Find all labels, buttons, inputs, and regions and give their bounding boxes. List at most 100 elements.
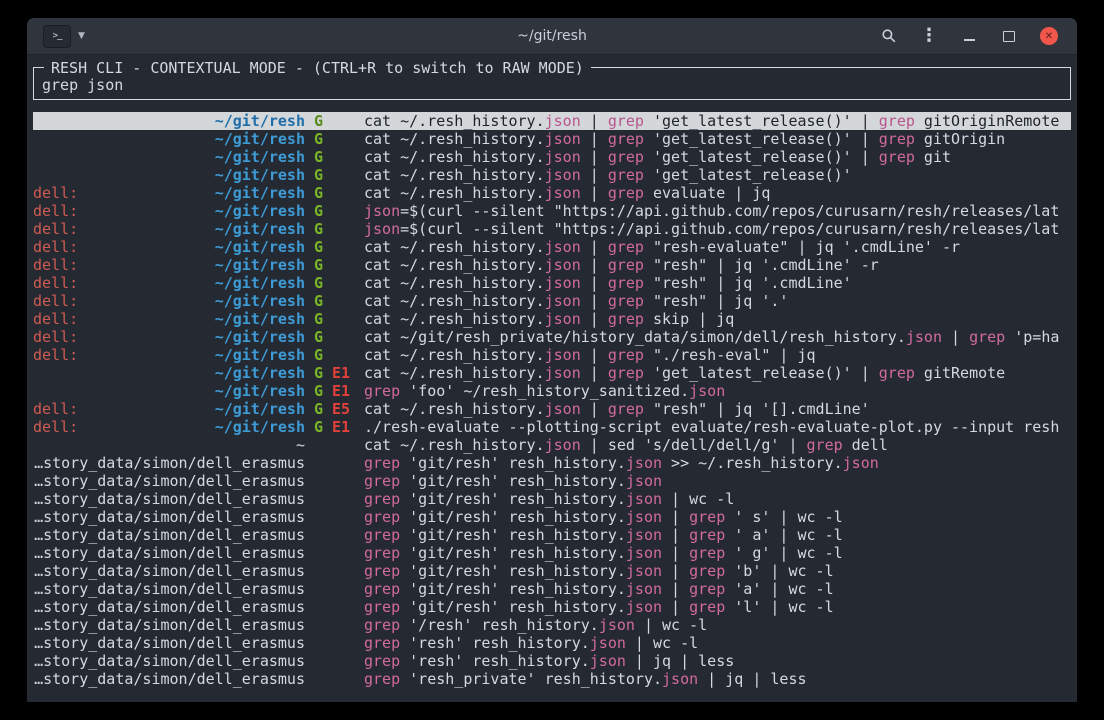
git-flag: G <box>314 310 323 328</box>
command-text: grep 'git/resh' resh_history.json | grep… <box>364 598 1071 616</box>
git-flag: G <box>314 400 323 418</box>
command-text: grep 'resh' resh_history.json | jq | les… <box>364 652 1071 670</box>
search-icon <box>881 28 897 44</box>
directory-path: …story_data/simon/dell_erasmus <box>34 652 305 670</box>
git-flag: G <box>314 130 323 148</box>
history-row[interactable]: dell:~/git/resh G cat ~/.resh_history.js… <box>33 256 1071 274</box>
directory-path: ~/git/resh <box>215 328 305 346</box>
history-row[interactable]: …story_data/simon/dell_erasmus grep 'git… <box>33 472 1071 490</box>
command-text: grep 'git/resh' resh_history.json | grep… <box>364 562 1071 580</box>
command-text: cat ~/.resh_history.json | grep "./resh-… <box>364 346 1071 364</box>
directory-path: ~/git/resh <box>215 274 305 292</box>
history-row[interactable]: dell:~/git/resh G cat ~/.resh_history.js… <box>33 238 1071 256</box>
minimize-button[interactable] <box>955 23 983 49</box>
history-row[interactable]: …story_data/simon/dell_erasmus grep 'git… <box>33 544 1071 562</box>
history-row[interactable]: …story_data/simon/dell_erasmus grep 'git… <box>33 562 1071 580</box>
git-flag: G <box>314 256 323 274</box>
history-row[interactable]: …story_data/simon/dell_erasmus grep 'git… <box>33 598 1071 616</box>
history-row[interactable]: dell:~/git/resh G cat ~/git/resh_private… <box>33 328 1071 346</box>
git-flag: G <box>314 328 323 346</box>
close-icon: ✕ <box>1040 27 1058 45</box>
directory-path: …story_data/simon/dell_erasmus <box>34 526 305 544</box>
directory-path: …story_data/simon/dell_erasmus <box>34 616 305 634</box>
git-flag: G <box>314 346 323 364</box>
history-row[interactable]: ~/git/resh G cat ~/.resh_history.json | … <box>33 148 1071 166</box>
history-row[interactable]: ~/git/resh G cat ~/.resh_history.json | … <box>33 130 1071 148</box>
command-text: cat ~/.resh_history.json | grep skip | j… <box>364 310 1071 328</box>
history-row[interactable]: ~/git/resh G cat ~/.resh_history.json | … <box>33 166 1071 184</box>
history-row[interactable]: dell:~/git/resh G cat ~/.resh_history.js… <box>33 274 1071 292</box>
git-flag: G <box>314 292 323 310</box>
command-text: cat ~/.resh_history.json | sed 's/dell/d… <box>364 436 1071 454</box>
command-text: grep 'resh_private' resh_history.json | … <box>364 670 1071 688</box>
directory-path: ~/git/resh <box>215 112 305 130</box>
history-row[interactable]: …story_data/simon/dell_erasmus grep '/re… <box>33 616 1071 634</box>
directory-path: …story_data/simon/dell_erasmus <box>34 598 305 616</box>
terminal-content: RESH CLI - CONTEXTUAL MODE - (CTRL+R to … <box>27 55 1077 702</box>
command-text: grep 'git/resh' resh_history.json | grep… <box>364 544 1071 562</box>
search-query-input[interactable]: grep json <box>42 76 1062 94</box>
history-row[interactable]: ~/git/resh G cat ~/.resh_history.json | … <box>33 112 1071 130</box>
history-row[interactable]: …story_data/simon/dell_erasmus grep 'git… <box>33 580 1071 598</box>
history-row[interactable]: …story_data/simon/dell_erasmus grep 'res… <box>33 634 1071 652</box>
history-row[interactable]: dell:~/git/resh GE5 cat ~/.resh_history.… <box>33 400 1071 418</box>
command-text: grep 'git/resh' resh_history.json >> ~/.… <box>364 454 1071 472</box>
history-row[interactable]: ~/git/resh GE1 cat ~/.resh_history.json … <box>33 364 1071 382</box>
history-row[interactable]: dell:~/git/resh G json=$(curl --silent "… <box>33 220 1071 238</box>
command-text: cat ~/.resh_history.json | grep 'get_lat… <box>364 364 1071 382</box>
host-label: dell: <box>33 238 78 256</box>
directory-path: ~/git/resh <box>215 346 305 364</box>
git-flag: G <box>314 418 323 436</box>
history-row[interactable]: …story_data/simon/dell_erasmus grep 'res… <box>33 652 1071 670</box>
exit-status-flag: E1 <box>332 418 350 436</box>
host-label: dell: <box>33 184 78 202</box>
directory-path: …story_data/simon/dell_erasmus <box>34 670 305 688</box>
command-text: cat ~/.resh_history.json | grep "resh" |… <box>364 256 1071 274</box>
history-row[interactable]: …story_data/simon/dell_erasmus grep 'git… <box>33 508 1071 526</box>
command-text: ./resh-evaluate --plotting-script evalua… <box>364 418 1071 436</box>
command-text: cat ~/.resh_history.json | grep 'get_lat… <box>364 130 1071 148</box>
restore-button[interactable] <box>995 23 1023 49</box>
restore-icon <box>1003 31 1015 42</box>
history-row[interactable]: …story_data/simon/dell_erasmus grep 'res… <box>33 670 1071 688</box>
git-flag: G <box>314 148 323 166</box>
command-text: json=$(curl --silent "https://api.github… <box>364 202 1071 220</box>
close-button[interactable]: ✕ <box>1035 23 1063 49</box>
directory-path: …story_data/simon/dell_erasmus <box>34 472 305 490</box>
host-label: dell: <box>33 220 78 238</box>
new-tab-button[interactable]: >_ <box>43 25 71 48</box>
history-row[interactable]: ~ cat ~/.resh_history.json | sed 's/dell… <box>33 436 1071 454</box>
history-row[interactable]: dell:~/git/resh GE1 ./resh-evaluate --pl… <box>33 418 1071 436</box>
history-row[interactable]: ~/git/resh GE1 grep 'foo' ~/resh_history… <box>33 382 1071 400</box>
command-text: cat ~/.resh_history.json | grep 'get_lat… <box>364 148 1071 166</box>
command-text: cat ~/git/resh_private/history_data/simo… <box>364 328 1071 346</box>
history-row[interactable]: dell:~/git/resh G cat ~/.resh_history.js… <box>33 310 1071 328</box>
command-text: grep 'git/resh' resh_history.json | grep… <box>364 508 1071 526</box>
search-button[interactable] <box>875 23 903 49</box>
history-row[interactable]: …story_data/simon/dell_erasmus grep 'git… <box>33 526 1071 544</box>
directory-path: ~ <box>296 436 305 454</box>
directory-path: ~/git/resh <box>215 130 305 148</box>
menu-button[interactable]: ⋮ <box>915 23 943 49</box>
history-row[interactable]: dell:~/git/resh G json=$(curl --silent "… <box>33 202 1071 220</box>
command-text: cat ~/.resh_history.json | grep "resh" |… <box>364 400 1071 418</box>
history-row[interactable]: …story_data/simon/dell_erasmus grep 'git… <box>33 490 1071 508</box>
directory-path: …story_data/simon/dell_erasmus <box>34 562 305 580</box>
directory-path: ~/git/resh <box>215 220 305 238</box>
directory-path: …story_data/simon/dell_erasmus <box>34 634 305 652</box>
history-row[interactable]: dell:~/git/resh G cat ~/.resh_history.js… <box>33 184 1071 202</box>
host-label: dell: <box>33 400 78 418</box>
directory-path: ~/git/resh <box>215 310 305 328</box>
directory-path: ~/git/resh <box>215 382 305 400</box>
command-text: cat ~/.resh_history.json | grep "resh" |… <box>364 292 1071 310</box>
git-flag: G <box>314 112 323 130</box>
directory-path: ~/git/resh <box>215 238 305 256</box>
git-flag: G <box>314 220 323 238</box>
chevron-down-icon[interactable]: ▼ <box>78 31 85 41</box>
history-row[interactable]: dell:~/git/resh G cat ~/.resh_history.js… <box>33 292 1071 310</box>
git-flag: G <box>314 166 323 184</box>
history-row[interactable]: dell:~/git/resh G cat ~/.resh_history.js… <box>33 346 1071 364</box>
host-label: dell: <box>33 418 78 436</box>
minimize-icon <box>964 39 975 41</box>
history-row[interactable]: …story_data/simon/dell_erasmus grep 'git… <box>33 454 1071 472</box>
